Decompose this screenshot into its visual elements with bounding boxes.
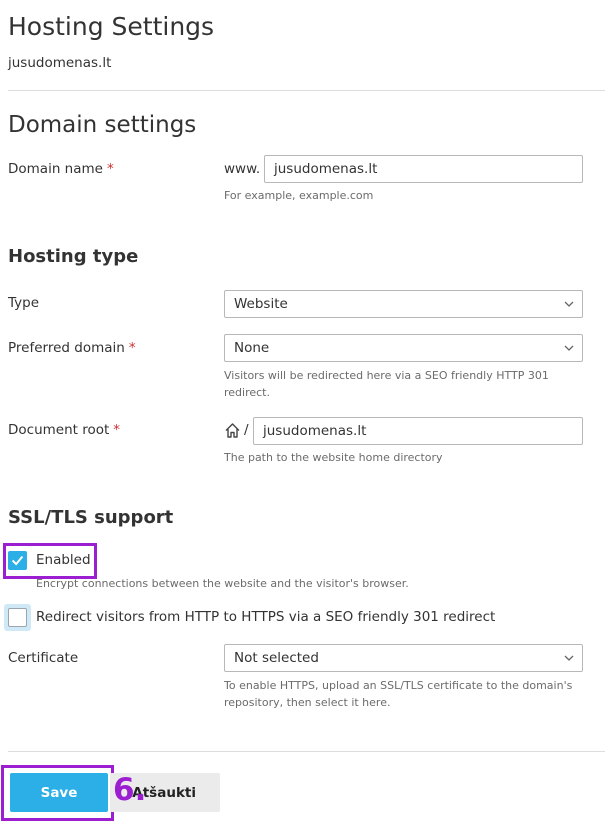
header-divider xyxy=(8,90,605,91)
save-button[interactable]: Save xyxy=(10,773,108,812)
chevron-down-icon xyxy=(564,301,574,307)
page-title: Hosting Settings xyxy=(8,12,215,41)
https-redirect-label[interactable]: Redirect visitors from HTTP to HTTPS via… xyxy=(36,609,495,625)
preferred-domain-select[interactable]: None xyxy=(224,334,583,362)
required-mark: * xyxy=(106,161,114,177)
chevron-down-icon xyxy=(564,345,574,351)
ssl-enabled-label[interactable]: Enabled xyxy=(36,552,91,568)
checkmark-icon xyxy=(11,555,24,566)
required-mark: * xyxy=(128,340,136,356)
domain-name-label-text: Domain name xyxy=(8,161,103,177)
type-select-value: Website xyxy=(234,296,288,312)
type-label: Type xyxy=(8,295,40,311)
section-title-ssl: SSL/TLS support xyxy=(8,507,174,528)
type-select[interactable]: Website xyxy=(224,290,583,318)
www-prefix: www. xyxy=(224,161,261,177)
domain-name-input[interactable]: jusudomenas.lt xyxy=(264,155,583,183)
document-root-hint: The path to the website home directory xyxy=(224,451,443,464)
document-root-separator: / xyxy=(244,422,249,438)
ssl-enabled-checkbox[interactable] xyxy=(8,551,27,570)
document-root-input[interactable]: jusudomenas.lt xyxy=(253,417,583,445)
chevron-down-icon xyxy=(564,655,574,661)
preferred-domain-select-value: None xyxy=(234,340,270,356)
document-root-label: Document root * xyxy=(8,422,120,438)
certificate-select[interactable]: Not selected xyxy=(224,644,583,672)
section-title-domain-settings: Domain settings xyxy=(8,112,197,138)
certificate-hint: To enable HTTPS, upload an SSL/TLS certi… xyxy=(224,679,573,709)
https-redirect-checkbox[interactable] xyxy=(8,608,27,627)
preferred-domain-hint: Visitors will be redirected here via a S… xyxy=(224,369,549,399)
required-mark: * xyxy=(113,422,121,438)
preferred-domain-label-text: Preferred domain xyxy=(8,340,125,356)
footer-divider xyxy=(8,751,605,752)
domain-name-label: Domain name * xyxy=(8,161,114,177)
certificate-label: Certificate xyxy=(8,650,79,666)
ssl-enabled-hint: Encrypt connections between the website … xyxy=(36,577,409,590)
preferred-domain-label: Preferred domain * xyxy=(8,340,136,356)
certificate-select-value: Not selected xyxy=(234,650,319,666)
section-title-hosting-type: Hosting type xyxy=(8,246,139,267)
home-icon xyxy=(225,423,240,438)
subscription-domain: jusudomenas.lt xyxy=(8,55,112,71)
step-number-marker: 6. xyxy=(113,772,147,808)
domain-name-hint: For example, example.com xyxy=(224,189,374,202)
document-root-label-text: Document root xyxy=(8,422,110,438)
